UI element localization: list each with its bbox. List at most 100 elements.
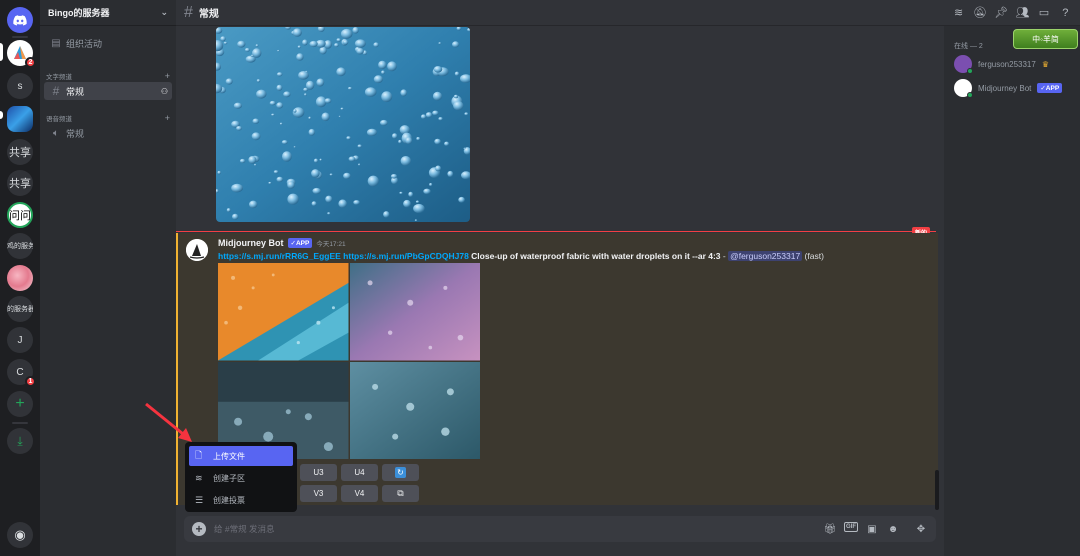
sticker-icon[interactable]: ▣ [865, 522, 879, 536]
water-droplet [308, 128, 315, 136]
composer-placeholder[interactable]: 给 #常规 发消息 [214, 523, 823, 535]
guild-header[interactable]: Bingo的服务器 ⌄ [40, 0, 176, 26]
attach-popup-menu: 🗋︎ 上传文件 ≋ 创建子区 ☰ 创建投票 [185, 442, 297, 512]
message-composer[interactable]: + 给 #常规 发消息 🎁︎ GIF ▣ ☻ ✥ [184, 516, 936, 542]
water-droplet [405, 137, 413, 145]
water-droplet [252, 48, 262, 58]
water-droplet [348, 87, 352, 90]
server-current-icon[interactable]: 2 [7, 40, 36, 68]
prompt-link-2[interactable]: https://s.mj.run/PbGpCDQHJ78 [343, 251, 469, 261]
upload-file-item[interactable]: 🗋︎ 上传文件 [189, 446, 293, 466]
download-icon[interactable]: ⤓ [7, 428, 33, 454]
inbox-icon[interactable]: ▭ [1037, 6, 1051, 20]
attach-plus-icon[interactable]: + [192, 522, 206, 536]
member-item[interactable]: ferguson253317 ♛ [954, 55, 1049, 74]
scrollbar[interactable] [935, 470, 939, 510]
channel-general-text[interactable]: # 常规 ⚇ [44, 82, 172, 100]
upload-file-icon: 🗋︎ [195, 450, 203, 460]
server-gongxiang-2-icon[interactable]: 共享 [7, 170, 33, 196]
image-grid[interactable] [218, 263, 480, 459]
open-web-button[interactable]: ⧉ [382, 485, 419, 502]
apps-icon[interactable]: ✥ [914, 522, 928, 536]
explore-compass-icon[interactable]: ◉ [7, 522, 33, 548]
gif-icon[interactable]: GIF [844, 522, 858, 532]
server-s-icon[interactable]: s [7, 73, 33, 99]
previous-image[interactable] [216, 27, 470, 222]
unread-pill [0, 111, 3, 119]
add-channel-icon[interactable]: + [165, 113, 170, 123]
water-droplet [251, 132, 261, 141]
water-droplet [296, 53, 304, 61]
grid-image-1 [218, 263, 349, 361]
server-rail: 2 s 共享 共享 问问 鸡的服务 的服务器 J C 1 + ⤓ ◉ [0, 0, 40, 556]
composer-icons: 🎁︎ GIF ▣ ☻ [823, 522, 900, 536]
poll-icon: ☰ [195, 494, 204, 505]
calendar-icon: ▤ [51, 37, 61, 49]
create-poll-item[interactable]: ☰ 创建投票 [189, 490, 293, 510]
water-droplet [252, 118, 260, 124]
pin-icon[interactable]: 📌︎ [994, 6, 1008, 20]
server-flower-icon[interactable] [7, 265, 33, 291]
author-name[interactable]: Midjourney Bot [218, 238, 284, 248]
v4-button[interactable]: V4 [341, 485, 378, 502]
app-badge: ✓APP [287, 238, 313, 248]
water-droplet [277, 49, 280, 52]
midjourney-avatar[interactable] [186, 239, 208, 261]
water-droplet [283, 91, 291, 98]
server-ji-icon[interactable]: 鸡的服务 [7, 233, 33, 259]
water-droplet [327, 212, 331, 215]
voice-category[interactable]: 语音频道 + [46, 113, 170, 123]
water-droplet [353, 200, 360, 205]
add-channel-icon[interactable]: + [165, 71, 170, 81]
water-droplet [292, 28, 302, 37]
reroll-button[interactable]: ↻ [382, 464, 419, 481]
water-droplet [268, 181, 272, 185]
user-mention[interactable]: @ferguson253317 [728, 251, 803, 261]
server-image-icon[interactable] [7, 106, 33, 132]
server-j-icon[interactable]: J [7, 327, 33, 353]
water-droplet [444, 141, 450, 146]
events-item[interactable]: ▤ 组织活动 [44, 34, 172, 52]
text-category[interactable]: 文字频道 + [46, 71, 170, 81]
create-poll-label: 创建投票 [213, 495, 245, 505]
water-droplet [236, 126, 242, 131]
discord-home-icon[interactable] [7, 7, 33, 33]
create-thread-item[interactable]: ≋ 创建子区 [189, 468, 293, 488]
water-droplet [381, 91, 393, 103]
server-de-icon[interactable]: 的服务器 [7, 296, 33, 322]
member-list-icon[interactable]: 👥︎ [1016, 6, 1030, 20]
gift-icon[interactable]: 🎁︎ [823, 522, 837, 536]
water-droplet [381, 70, 385, 75]
server-c-label: C [16, 366, 24, 378]
u3-button[interactable]: U3 [300, 464, 337, 481]
water-droplet [373, 75, 383, 84]
water-droplet [429, 183, 433, 187]
water-droplet [373, 42, 379, 48]
water-droplet [340, 107, 344, 111]
emoji-icon[interactable]: ☻ [886, 522, 900, 536]
hash-icon: # [52, 84, 60, 98]
water-droplet [249, 200, 258, 209]
timestamp: 今天17:21 [316, 241, 346, 248]
threads-icon[interactable]: ≋ [952, 6, 966, 20]
add-member-icon[interactable]: ⚇ [161, 87, 168, 96]
add-server-icon[interactable]: + [7, 391, 33, 417]
mute-bell-icon[interactable]: 🔕︎ [973, 6, 987, 20]
member-item[interactable]: Midjourney Bot ✓APP [954, 79, 1063, 98]
u4-button[interactable]: U4 [341, 464, 378, 481]
water-droplet [447, 170, 454, 178]
server-c-icon[interactable]: C 1 [7, 359, 36, 387]
water-droplet [433, 66, 443, 73]
channel-general-voice[interactable]: 🔈︎ 常规 [44, 124, 172, 142]
message-header: Midjourney Bot ✓APP 今天17:21 [218, 238, 346, 248]
events-label: 组织活动 [66, 38, 103, 49]
rail-separator [12, 422, 28, 424]
water-droplet [287, 181, 295, 189]
prompt-link-1[interactable]: https://s.mj.run/rRR6G_EggEE [218, 251, 341, 261]
server-wenwen-icon[interactable]: 问问 [7, 202, 33, 228]
v3-button[interactable]: V3 [300, 485, 337, 502]
water-droplet [226, 208, 231, 213]
water-droplet [348, 156, 356, 162]
help-icon[interactable]: ? [1058, 6, 1072, 20]
server-gongxiang-1-icon[interactable]: 共享 [7, 139, 33, 165]
